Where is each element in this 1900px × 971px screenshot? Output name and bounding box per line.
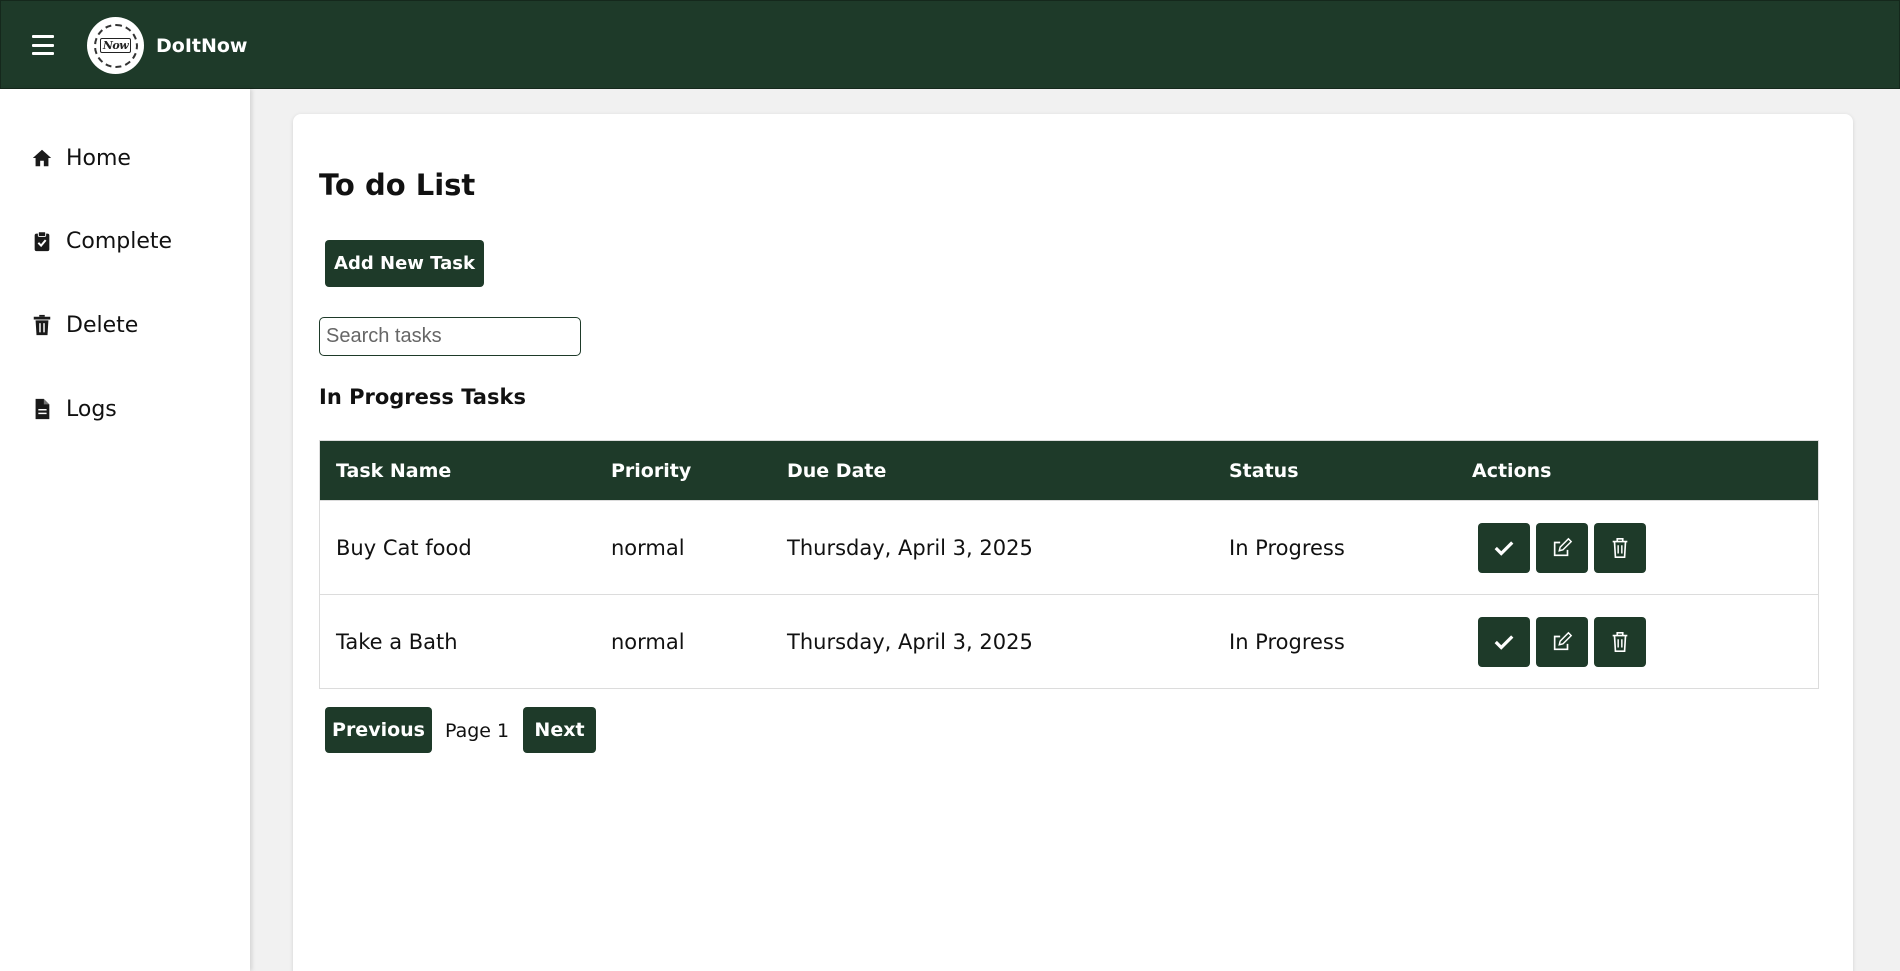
hamburger-menu-icon[interactable] [32, 35, 54, 55]
delete-task-button[interactable] [1594, 522, 1646, 573]
logo-text: Now [99, 38, 132, 53]
task-table: Task Name Priority Due Date Status Actio… [319, 440, 1819, 689]
due-date-cell: Thursday, April 3, 2025 [787, 535, 1033, 560]
trash-icon [1612, 537, 1628, 558]
status-cell: In Progress [1229, 535, 1345, 560]
next-page-button[interactable]: Next [523, 707, 596, 753]
brand-name: DoItNow [156, 35, 248, 57]
column-header-actions: Actions [1472, 459, 1552, 482]
table-row: Buy Cat food normal Thursday, April 3, 2… [320, 500, 1818, 594]
trash-icon [33, 314, 51, 336]
status-cell: In Progress [1229, 629, 1345, 654]
sidebar-item-label: Delete [66, 312, 139, 338]
complete-task-button[interactable] [1478, 522, 1530, 573]
sidebar-item-label: Complete [66, 228, 173, 254]
logo-ring: Now [93, 23, 138, 68]
check-icon [1494, 634, 1514, 650]
sidebar-item-label: Home [66, 145, 131, 171]
edit-icon [1553, 631, 1573, 650]
task-name-cell: Buy Cat food [336, 535, 472, 560]
trash-icon [1612, 631, 1628, 652]
sidebar: Home Complete Delete Logs [0, 89, 250, 971]
clipboard-check-icon [34, 231, 50, 252]
page-title: To do List [319, 168, 476, 202]
edit-task-button[interactable] [1536, 616, 1588, 667]
row-actions [1478, 616, 1646, 667]
column-header-priority: Priority [611, 459, 692, 482]
sidebar-item-label: Logs [66, 396, 117, 422]
sidebar-item-home[interactable]: Home [31, 141, 131, 175]
previous-page-button[interactable]: Previous [325, 707, 432, 753]
top-bar: Now DoItNow [0, 0, 1900, 89]
row-actions [1478, 522, 1646, 573]
app-logo[interactable]: Now [87, 17, 144, 74]
due-date-cell: Thursday, April 3, 2025 [787, 629, 1033, 654]
section-title: In Progress Tasks [319, 385, 526, 409]
file-icon [35, 398, 50, 420]
edit-task-button[interactable] [1536, 522, 1588, 573]
delete-task-button[interactable] [1594, 616, 1646, 667]
table-header: Task Name Priority Due Date Status Actio… [320, 441, 1818, 500]
column-header-task-name: Task Name [336, 459, 452, 482]
sidebar-item-complete[interactable]: Complete [31, 224, 172, 258]
edit-icon [1553, 537, 1573, 556]
page-indicator: Page 1 [445, 720, 510, 742]
task-name-cell: Take a Bath [336, 629, 458, 654]
complete-task-button[interactable] [1478, 616, 1530, 667]
sidebar-item-logs[interactable]: Logs [31, 392, 117, 426]
column-header-status: Status [1229, 459, 1299, 482]
table-row: Take a Bath normal Thursday, April 3, 20… [320, 594, 1818, 688]
priority-cell: normal [611, 535, 685, 560]
search-input[interactable] [319, 317, 581, 356]
add-new-task-button[interactable]: Add New Task [325, 240, 484, 287]
sidebar-item-delete[interactable]: Delete [31, 308, 138, 342]
check-icon [1494, 540, 1514, 556]
priority-cell: normal [611, 629, 685, 654]
column-header-due-date: Due Date [787, 459, 887, 482]
home-icon [32, 149, 52, 167]
